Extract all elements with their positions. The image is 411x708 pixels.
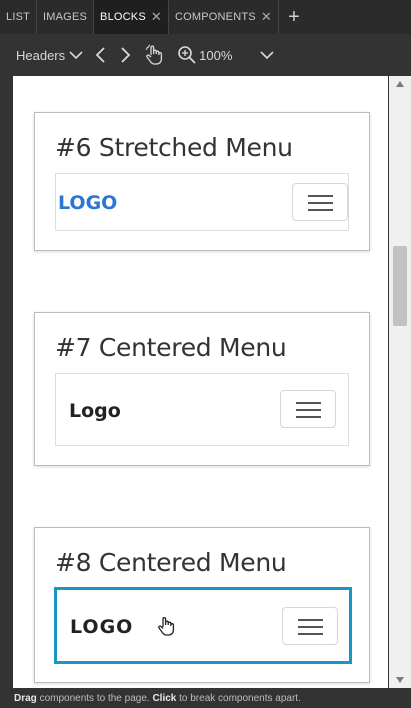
chevron-down-icon bbox=[69, 51, 83, 60]
zoom-dropdown[interactable] bbox=[259, 34, 275, 76]
close-icon[interactable]: ✕ bbox=[261, 9, 272, 25]
category-label: Headers bbox=[16, 47, 66, 63]
tab-list[interactable]: LIST bbox=[0, 0, 38, 34]
logo-text: LOGO bbox=[70, 616, 134, 638]
blocks-canvas: #6 Stretched Menu LOGO #7 Centered Menu … bbox=[13, 76, 388, 688]
card-title: #8 Centered Menu bbox=[55, 548, 287, 577]
card-title: #6 Stretched Menu bbox=[55, 133, 293, 162]
tab-list-label: LIST bbox=[6, 11, 31, 23]
panel-tabs: LIST IMAGES BLOCKS ✕ COMPONENTS ✕ + bbox=[0, 0, 411, 34]
scrollbar-thumb[interactable] bbox=[393, 246, 407, 326]
scroll-up-icon[interactable] bbox=[395, 80, 405, 88]
chevron-down-icon bbox=[260, 51, 274, 60]
logo-text: Logo bbox=[69, 400, 121, 422]
hamburger-menu-icon bbox=[280, 390, 336, 428]
status-drag-text: components to the page. bbox=[36, 692, 153, 704]
hand-cursor-icon bbox=[158, 617, 175, 636]
status-drag: Drag bbox=[14, 692, 37, 704]
zoom-level: 100% bbox=[199, 47, 233, 63]
zoom-in-icon bbox=[178, 46, 196, 64]
tab-images-label: IMAGES bbox=[43, 11, 88, 23]
previous-button[interactable] bbox=[94, 34, 108, 76]
hamburger-menu-icon bbox=[282, 607, 338, 645]
block-card-7[interactable]: #7 Centered Menu Logo bbox=[34, 312, 370, 466]
pan-tool-button[interactable] bbox=[144, 34, 164, 76]
vertical-scrollbar[interactable] bbox=[389, 76, 411, 688]
status-hint: Drag components to the page. Click to br… bbox=[0, 688, 411, 708]
category-dropdown[interactable]: Headers bbox=[0, 34, 84, 76]
block-preview-selected[interactable]: LOGO bbox=[54, 587, 352, 664]
chevron-left-icon bbox=[95, 47, 105, 63]
block-preview[interactable]: LOGO bbox=[55, 173, 349, 231]
block-card-8[interactable]: #8 Centered Menu LOGO bbox=[34, 527, 370, 683]
status-click: Click bbox=[152, 692, 177, 704]
tab-components[interactable]: COMPONENTS ✕ bbox=[169, 0, 279, 34]
close-icon[interactable]: ✕ bbox=[151, 9, 162, 25]
tab-blocks[interactable]: BLOCKS ✕ bbox=[94, 0, 169, 34]
scroll-down-icon[interactable] bbox=[395, 676, 405, 684]
logo-text: LOGO bbox=[58, 192, 118, 214]
tab-blocks-label: BLOCKS bbox=[100, 11, 146, 23]
tab-components-label: COMPONENTS bbox=[174, 11, 256, 23]
toolbar: Headers 100% bbox=[0, 34, 411, 76]
tab-images[interactable]: IMAGES bbox=[37, 0, 95, 34]
next-button[interactable] bbox=[118, 34, 132, 76]
zoom-control[interactable]: 100% bbox=[177, 34, 232, 76]
block-card-6[interactable]: #6 Stretched Menu LOGO bbox=[34, 112, 370, 251]
chevron-right-icon bbox=[121, 47, 131, 63]
hamburger-menu-icon bbox=[292, 183, 348, 221]
add-tab-button[interactable]: + bbox=[279, 0, 309, 34]
status-click-text: to break components apart. bbox=[176, 692, 301, 704]
block-preview[interactable]: Logo bbox=[55, 373, 349, 446]
hand-pointer-icon bbox=[146, 44, 163, 65]
card-title: #7 Centered Menu bbox=[55, 333, 287, 362]
plus-icon: + bbox=[288, 5, 300, 28]
